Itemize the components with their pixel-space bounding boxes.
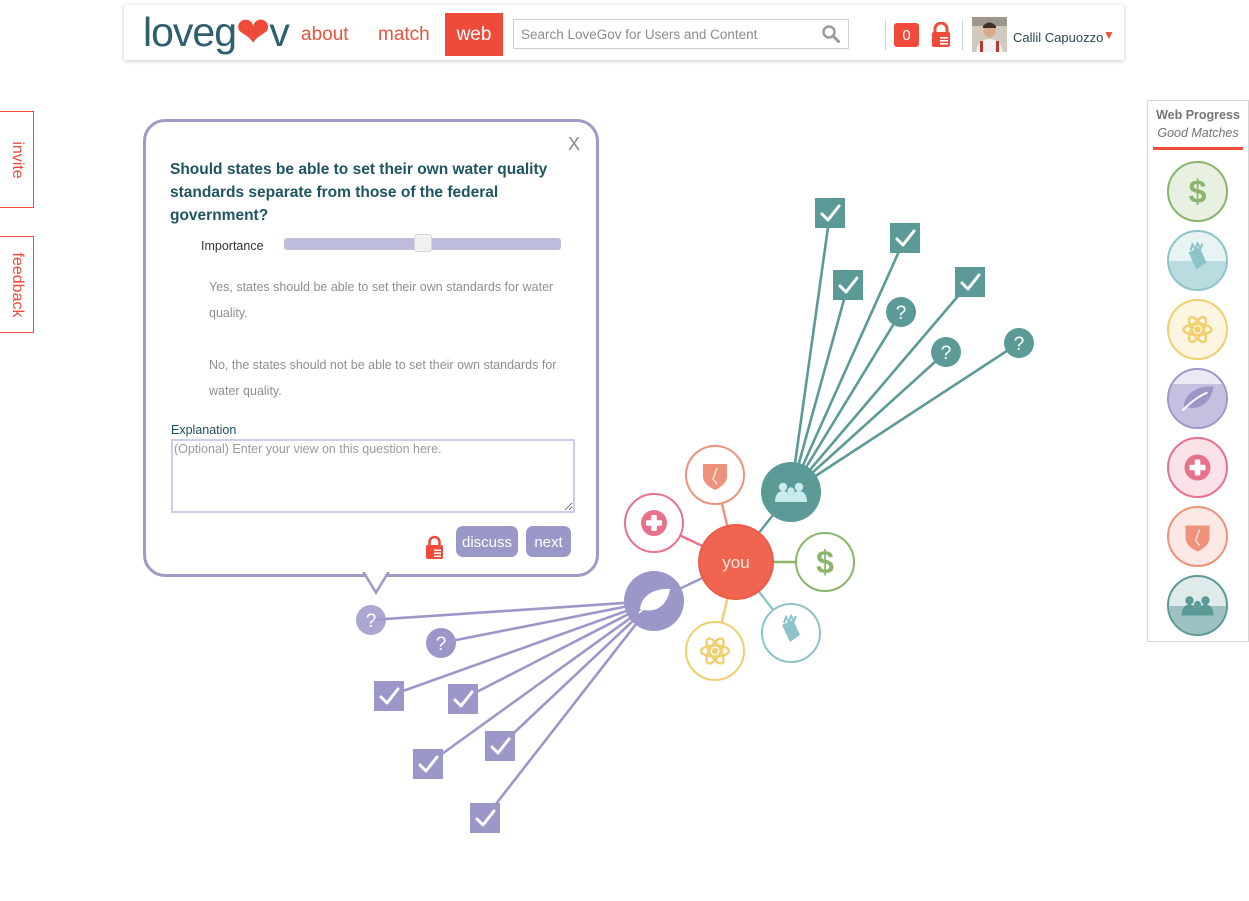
user-name[interactable]: Callil Capuozzo: [1013, 30, 1103, 45]
topic-node-dollar[interactable]: $: [795, 532, 855, 592]
health-icon: [641, 510, 667, 536]
search-input[interactable]: [514, 20, 817, 48]
close-button[interactable]: X: [568, 134, 580, 155]
security-icon: [1185, 525, 1210, 552]
nav-web-link[interactable]: web: [445, 13, 503, 56]
education-icon: [1188, 241, 1207, 270]
topic-node-health[interactable]: [624, 493, 684, 553]
importance-slider-handle[interactable]: [414, 234, 432, 252]
nav-match-link[interactable]: match: [378, 13, 430, 56]
unanswered-question-marker[interactable]: ?: [426, 628, 456, 658]
nav-about-link[interactable]: about: [301, 13, 349, 56]
health-icon: [1184, 454, 1211, 481]
answer-option-yes[interactable]: Yes, states should be able to set their …: [209, 274, 569, 326]
progress-topic-dollar[interactable]: $: [1167, 161, 1228, 222]
progress-topic-science[interactable]: [1167, 299, 1228, 360]
question-mark-icon: ?: [436, 634, 447, 655]
logo-text-post: v: [269, 9, 289, 55]
question-link: [427, 599, 655, 766]
question-mark-icon: ?: [1014, 334, 1025, 355]
topic-node-science[interactable]: [685, 621, 745, 681]
answered-question-checkbox[interactable]: [448, 684, 478, 714]
lovegov-logo[interactable]: loveg❤v: [143, 8, 290, 56]
unanswered-question-marker[interactable]: ?: [1004, 328, 1034, 358]
svg-text:$: $: [816, 544, 834, 580]
privacy-lock-icon[interactable]: [425, 534, 444, 560]
progress-divider: [1153, 147, 1243, 150]
next-button[interactable]: next: [526, 526, 571, 557]
question-text: Should states be able to set their own w…: [170, 161, 548, 224]
answered-question-checkbox[interactable]: [815, 198, 845, 228]
environment-icon: [1181, 386, 1214, 412]
feedback-tab-label: feedback: [8, 252, 26, 317]
top-navigation-bar: loveg❤v about match web 0 Callil Capuozz…: [124, 5, 1124, 60]
heart-icon: ❤: [236, 9, 270, 55]
question-link: [462, 599, 655, 701]
question-mark-icon: ?: [366, 611, 377, 632]
topic-node-security[interactable]: [685, 445, 745, 505]
unanswered-question-marker[interactable]: ?: [886, 297, 916, 327]
invite-tab-label: invite: [8, 140, 26, 179]
web-progress-subtitle: Good Matches: [1157, 126, 1239, 140]
invite-tab[interactable]: invite: [0, 111, 34, 208]
you-center-node[interactable]: you: [698, 524, 774, 600]
answered-question-checkbox[interactable]: [470, 803, 500, 833]
search-icon[interactable]: [822, 25, 840, 43]
you-label: you: [722, 553, 749, 572]
dollar-icon: $: [816, 544, 834, 580]
progress-topic-health[interactable]: [1167, 437, 1228, 498]
explanation-label: Explanation: [171, 423, 237, 437]
question-link: [790, 351, 947, 493]
answered-question-checkbox[interactable]: [374, 681, 404, 711]
svg-text:$: $: [1189, 174, 1207, 210]
answered-question-checkbox[interactable]: [955, 267, 985, 297]
answered-question-checkbox[interactable]: [833, 270, 863, 300]
importance-label: Importance: [201, 239, 264, 253]
progress-topic-education[interactable]: [1167, 230, 1228, 291]
notification-count-badge[interactable]: 0: [894, 23, 919, 47]
progress-topic-environment[interactable]: [1167, 368, 1228, 429]
question-mark-icon: ?: [896, 303, 907, 324]
answered-question-checkbox[interactable]: [890, 223, 920, 253]
web-progress-panel: Web Progress Good Matches $: [1147, 100, 1249, 642]
feedback-tab[interactable]: feedback: [0, 236, 34, 333]
topic-node-education[interactable]: [761, 603, 821, 663]
progress-topic-security[interactable]: [1167, 506, 1228, 567]
science-icon: [1182, 315, 1213, 344]
privacy-lock-icon[interactable]: [930, 22, 952, 48]
question-popup: X Should states be able to set their own…: [143, 119, 599, 595]
user-menu-chevron-down-icon[interactable]: ▼: [1103, 28, 1115, 42]
explanation-field[interactable]: [171, 439, 575, 513]
answer-option-no[interactable]: No, the states should not be able to set…: [209, 352, 569, 404]
header-divider: [962, 20, 963, 50]
question-link: [499, 600, 655, 747]
question-mark-icon: ?: [941, 343, 952, 364]
dollar-icon: $: [1189, 174, 1207, 210]
question-link: [483, 600, 656, 819]
topic-node-family[interactable]: [761, 462, 821, 522]
web-progress-title: Web Progress: [1156, 108, 1240, 122]
answered-question-checkbox[interactable]: [413, 749, 443, 779]
progress-topic-family[interactable]: [1167, 575, 1228, 636]
question-link: [790, 281, 971, 493]
header-divider: [885, 20, 886, 50]
family-icon: [1181, 596, 1214, 616]
topic-node-environment[interactable]: [624, 571, 684, 631]
search-box: [513, 19, 849, 49]
logo-text-pre: loveg: [143, 9, 237, 55]
discuss-button[interactable]: discuss: [456, 526, 518, 557]
question-link: [789, 311, 903, 493]
avatar[interactable]: [972, 17, 1007, 52]
unanswered-question-marker[interactable]: ?: [356, 605, 386, 635]
unanswered-question-marker[interactable]: ?: [931, 337, 961, 367]
answered-question-checkbox[interactable]: [485, 731, 515, 761]
